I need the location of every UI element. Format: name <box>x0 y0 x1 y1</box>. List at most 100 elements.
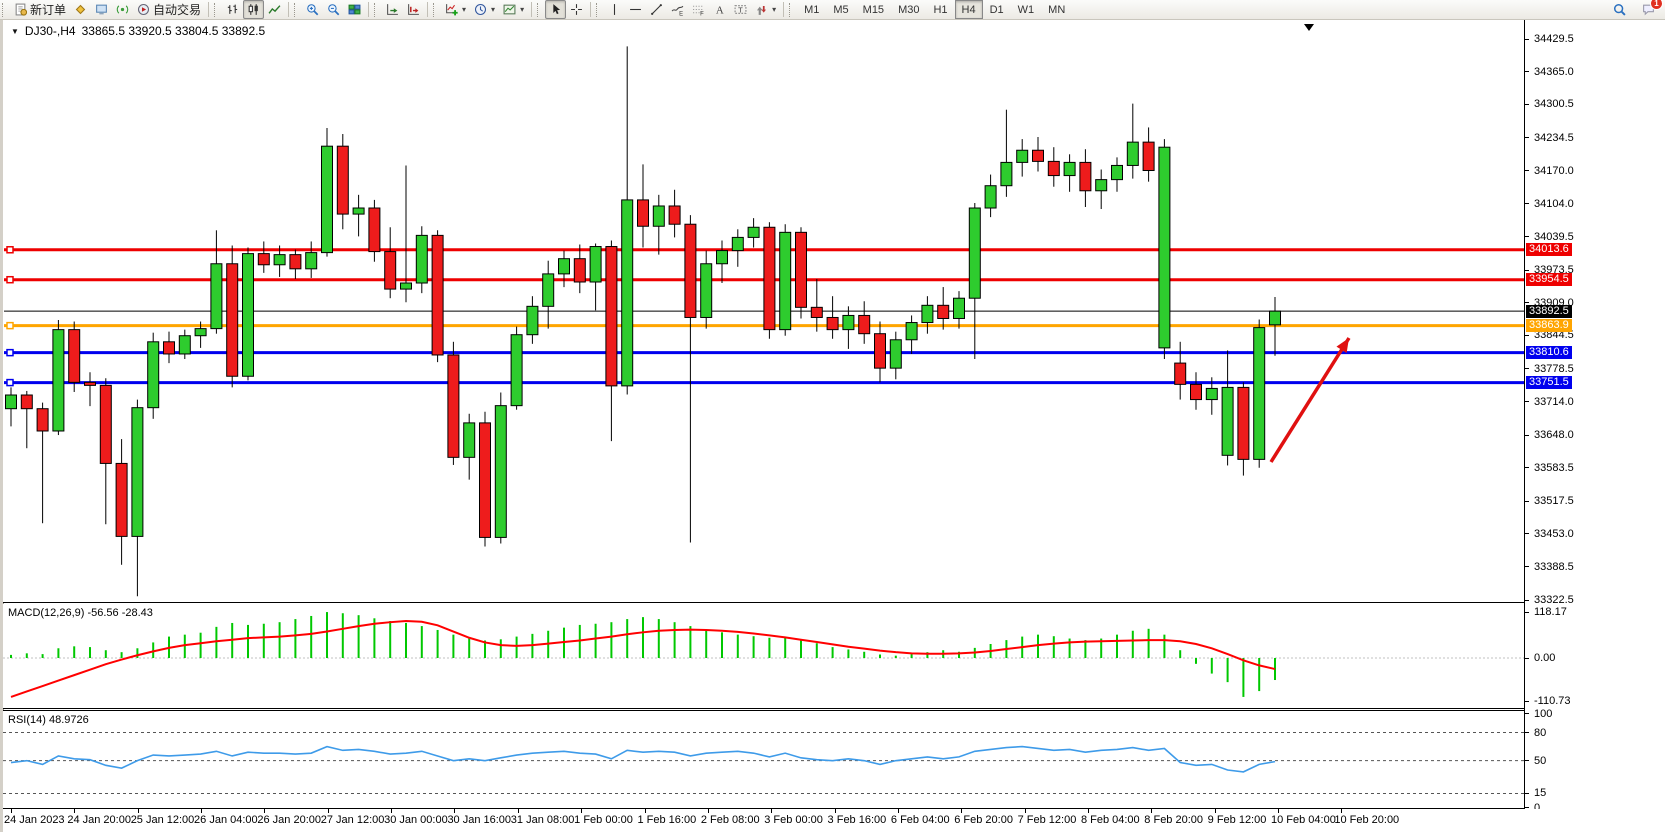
candlestick-chart-canvas[interactable] <box>3 20 1524 602</box>
time-tick-mark <box>1151 809 1152 813</box>
periods-icon <box>474 3 487 16</box>
rsi-tick-mark <box>1525 793 1529 794</box>
price-tick-label: 33388.5 <box>1534 561 1574 573</box>
time-tick-label: 10 Feb 04:00 <box>1271 814 1336 826</box>
trend-line-button[interactable] <box>646 0 667 19</box>
toolbar-grip[interactable] <box>789 3 795 17</box>
vline-icon <box>608 3 621 16</box>
text-button[interactable]: A <box>709 0 730 19</box>
price-tick-label: 34234.5 <box>1534 132 1574 144</box>
time-axis[interactable]: 24 Jan 202324 Jan 20:0025 Jan 12:0026 Ja… <box>3 809 1665 832</box>
price-tick-mark <box>1525 368 1529 369</box>
timeframe-d1-button[interactable]: D1 <box>983 0 1011 19</box>
rsi-canvas[interactable] <box>3 711 1524 808</box>
time-tick-label: 8 Feb 20:00 <box>1144 814 1203 826</box>
timeframe-m1-button[interactable]: M1 <box>797 0 826 19</box>
chevron-down-icon[interactable]: ▾ <box>520 5 524 14</box>
timeframe-h4-button[interactable]: H4 <box>955 0 983 19</box>
terminal-button[interactable] <box>91 0 112 19</box>
chart-shift-button[interactable] <box>403 0 424 19</box>
signals-button[interactable] <box>112 0 133 19</box>
chevron-down-icon[interactable]: ▾ <box>772 5 776 14</box>
crosshair-button[interactable] <box>566 0 587 19</box>
chevron-down-icon[interactable]: ▾ <box>491 5 495 14</box>
horizontal-line-button[interactable] <box>625 0 646 19</box>
new-order-label: 新订单 <box>30 1 66 18</box>
candlestick-chart-button[interactable] <box>243 0 264 19</box>
auto-trading-button[interactable]: 自动交易 <box>133 0 205 19</box>
chart-shift-marker[interactable] <box>1304 24 1314 31</box>
toolbar-grip[interactable] <box>214 3 220 17</box>
timeframe-m5-button[interactable]: M5 <box>826 0 855 19</box>
indicators-icon <box>445 3 458 16</box>
time-tick-mark <box>1278 809 1279 813</box>
templates-button[interactable]: ▾ <box>499 0 528 19</box>
equidistant-channel-button[interactable]: E <box>667 0 688 19</box>
toolbar-grip[interactable] <box>596 3 602 17</box>
time-tick-mark <box>835 809 836 813</box>
chart-window: ▼ DJ30-,H4 33865.5 33920.5 33804.5 33892… <box>0 20 1665 832</box>
price-tick-label: 34300.5 <box>1534 98 1574 110</box>
candlestick-icon <box>247 3 260 16</box>
timeframe-m30-button[interactable]: M30 <box>891 0 926 19</box>
price-tick-mark <box>1525 401 1529 402</box>
time-tick-label: 26 Jan 04:00 <box>194 814 258 826</box>
trendline-icon <box>650 3 663 16</box>
notifications-button[interactable]: 1 <box>1638 0 1659 19</box>
price-tick-label: 33583.5 <box>1534 462 1574 474</box>
toolbar-grip[interactable] <box>433 3 439 17</box>
svg-text:A: A <box>716 4 724 16</box>
search-icon <box>1613 3 1626 16</box>
toolbar-grip[interactable] <box>537 3 543 17</box>
macd-canvas[interactable] <box>3 604 1524 708</box>
indicators-button[interactable]: ▾ <box>441 0 470 19</box>
time-tick-label: 30 Jan 16:00 <box>447 814 511 826</box>
price-tick-mark <box>1525 335 1529 336</box>
zoom-out-icon <box>327 3 340 16</box>
toolbar-grip[interactable] <box>294 3 300 17</box>
quotes-button[interactable] <box>70 0 91 19</box>
tile-windows-button[interactable] <box>344 0 365 19</box>
svg-text:F: F <box>700 11 704 16</box>
time-tick-mark <box>1341 809 1342 813</box>
level-price-badge: 33954.5 <box>1526 273 1572 286</box>
timeframe-w1-button[interactable]: W1 <box>1011 0 1042 19</box>
trend-arrow-annotation[interactable] <box>1271 338 1349 462</box>
time-tick-mark <box>771 809 772 813</box>
arrows-button[interactable]: ▾ <box>751 0 780 19</box>
current-price-badge: 33892.5 <box>1526 305 1572 318</box>
time-tick-label: 30 Jan 00:00 <box>384 814 448 826</box>
text-label-button[interactable]: T <box>730 0 751 19</box>
main-chart-panel[interactable]: ▼ DJ30-,H4 33865.5 33920.5 33804.5 33892… <box>3 20 1524 603</box>
svg-text:E: E <box>679 11 683 16</box>
fibonacci-button[interactable]: F <box>688 0 709 19</box>
rsi-tick-mark <box>1525 713 1529 714</box>
toolbar-grip[interactable] <box>2 3 8 17</box>
level-price-badge: 33810.6 <box>1526 346 1572 359</box>
auto-scroll-button[interactable] <box>382 0 403 19</box>
periods-button[interactable]: ▾ <box>470 0 499 19</box>
price-axis[interactable]: 34429.534365.034300.534234.534170.034104… <box>1525 20 1665 809</box>
zoom-in-button[interactable] <box>302 0 323 19</box>
toolbar-grip[interactable] <box>374 3 380 17</box>
search-button[interactable] <box>1609 0 1630 19</box>
timeframe-m15-button[interactable]: M15 <box>856 0 891 19</box>
new-order-button[interactable]: 新订单 <box>10 0 70 19</box>
chevron-down-icon[interactable]: ▾ <box>462 5 466 14</box>
time-tick-label: 6 Feb 04:00 <box>891 814 950 826</box>
macd-tick-mark <box>1525 701 1529 702</box>
macd-panel[interactable]: MACD(12,26,9) -56.56 -28.43 <box>3 604 1524 709</box>
timeframe-h1-button[interactable]: H1 <box>926 0 954 19</box>
rsi-tick-label: 50 <box>1534 755 1546 767</box>
vertical-line-button[interactable] <box>604 0 625 19</box>
rsi-panel[interactable]: RSI(14) 48.9726 <box>3 711 1524 809</box>
timeframe-mn-button[interactable]: MN <box>1041 0 1072 19</box>
macd-tick-label: 0.00 <box>1534 652 1555 664</box>
zoom-out-button[interactable] <box>323 0 344 19</box>
rsi-tick-mark <box>1525 760 1529 761</box>
toolbar-separator <box>368 2 369 17</box>
price-tick-label: 33714.0 <box>1534 396 1574 408</box>
bar-chart-button[interactable] <box>222 0 243 19</box>
line-chart-button[interactable] <box>264 0 285 19</box>
cursor-button[interactable] <box>545 0 566 19</box>
